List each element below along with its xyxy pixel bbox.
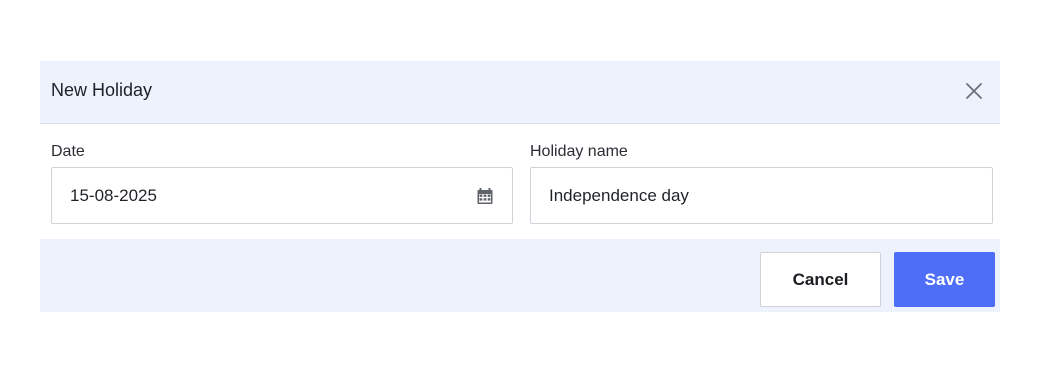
date-value: 15-08-2025	[70, 186, 157, 205]
save-button[interactable]: Save	[894, 252, 995, 307]
dialog-header: New Holiday	[40, 61, 1000, 124]
date-field[interactable]: 15-08-2025	[51, 167, 513, 224]
dialog-footer: Cancel Save	[40, 239, 1000, 312]
cancel-button[interactable]: Cancel	[760, 252, 881, 307]
holiday-name-field[interactable]: Independence day	[530, 167, 993, 224]
holiday-name-label: Holiday name	[530, 143, 628, 160]
calendar-icon[interactable]	[476, 187, 494, 205]
date-label: Date	[51, 143, 85, 160]
dialog-title: New Holiday	[51, 80, 153, 100]
new-holiday-dialog: New Holiday Date 15-08-2025 Holiday name…	[40, 61, 1000, 312]
close-icon[interactable]	[964, 81, 984, 101]
holiday-name-value: Independence day	[549, 186, 689, 205]
